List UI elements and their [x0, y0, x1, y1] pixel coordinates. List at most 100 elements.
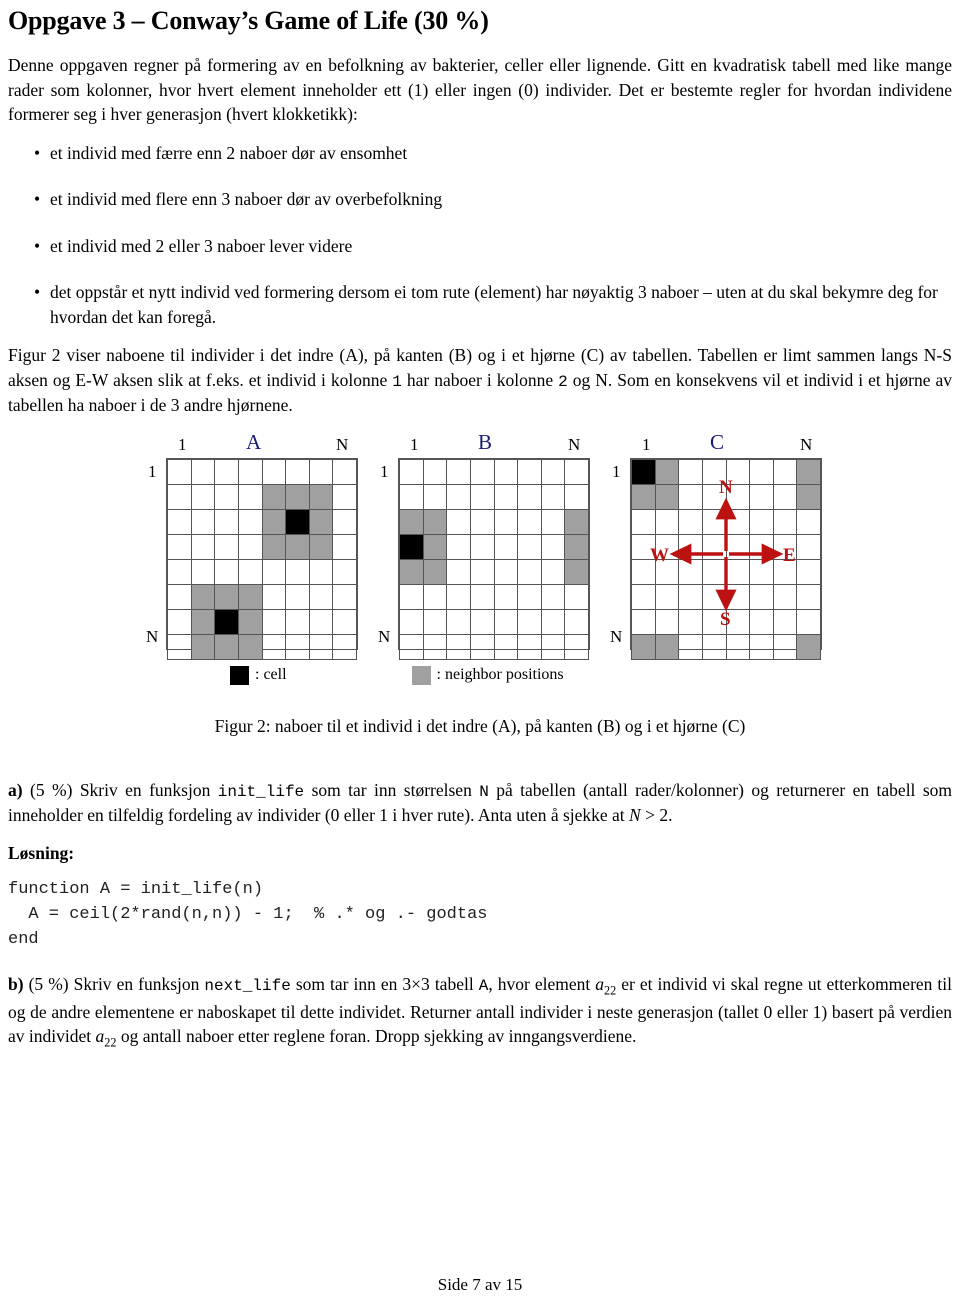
grid-cell-empty [725, 558, 751, 585]
task-b-math-a22-first: a [595, 974, 604, 995]
grid-cell-empty [796, 558, 821, 585]
grid-row [399, 608, 589, 635]
inline-code-column-1: 1 [392, 372, 402, 391]
grid-cell-empty [631, 533, 656, 560]
grid-cell-empty [214, 483, 239, 510]
grid-cell-empty [540, 508, 566, 535]
grid-b-wrapper: B 1 N 1 N [378, 431, 590, 660]
grid-cell-empty [631, 558, 656, 585]
grid-cell-empty [167, 533, 192, 560]
grid-row [631, 583, 821, 610]
grid-cell-empty [167, 583, 192, 610]
task-b-paragraph: b) (5 %) Skriv en funksjon next_life som… [8, 972, 952, 1052]
bullet-icon: • [34, 282, 41, 303]
grid-row [399, 583, 589, 610]
document-page: Oppgave 3 – Conway’s Game of Life (30 %)… [0, 0, 960, 1309]
grid-cell-empty [332, 583, 357, 610]
grid-row [399, 633, 589, 660]
grid-cell-individual [214, 608, 239, 635]
grid-cell-neighbor [399, 558, 424, 585]
grid-cell-empty [631, 508, 656, 535]
grid-cell-empty [469, 633, 495, 660]
grid-row [399, 458, 589, 485]
grid-cell-empty [422, 583, 448, 610]
grid-cell-empty [678, 508, 703, 535]
grid-cell-empty [517, 583, 542, 610]
grid-c-row-first-label: 1 [612, 461, 621, 481]
grid-row [631, 633, 821, 660]
grid-cell-empty [446, 508, 471, 535]
grid-cell-empty [564, 633, 589, 660]
grid-cell-empty [308, 633, 334, 660]
task-b-math-a22-sub-second: 22 [104, 1035, 117, 1050]
grid-cell-empty [796, 508, 821, 535]
grid-a [166, 457, 358, 660]
task-a-math-rest: > 2. [640, 804, 673, 825]
legend-neighbor-swatch [411, 665, 431, 685]
grid-row [167, 533, 357, 560]
grid-cell-empty [469, 483, 495, 510]
grid-cell-neighbor [261, 508, 287, 535]
list-item: • et individ med flere enn 3 naboer dør … [8, 187, 952, 212]
grid-cell-empty [564, 608, 589, 635]
grid-row [631, 508, 821, 535]
grid-b-col-last-label: N [568, 434, 581, 454]
grid-cell-empty [517, 633, 542, 660]
grid-cell-individual [285, 508, 310, 535]
grid-cell-empty [285, 583, 310, 610]
grid-cell-empty [796, 583, 821, 610]
grid-cell-empty [678, 458, 703, 485]
inline-code-column-2: 2 [558, 372, 568, 391]
rule-text: et individ med flere enn 3 naboer dør av… [50, 189, 443, 210]
grid-cell-empty [237, 483, 263, 510]
grid-cell-empty [540, 608, 566, 635]
grid-cell-empty [190, 483, 216, 510]
task-b-code-next-life: next_life [204, 977, 291, 996]
grid-cell-neighbor [214, 583, 239, 610]
grid-cell-empty [167, 508, 192, 535]
grid-cell-empty [654, 583, 680, 610]
grid-cell-empty [493, 608, 519, 635]
solution-code-block: function A = init_life(n) A = ceil(2*ran… [8, 880, 488, 949]
figure-intro-part2: har naboer i kolonne [401, 369, 559, 390]
grid-cell-empty [190, 558, 216, 585]
grid-cell-empty [678, 558, 703, 585]
grid-cell-empty [399, 583, 424, 610]
grid-cell-empty [678, 533, 703, 560]
grid-cell-empty [678, 633, 703, 660]
grid-cell-neighbor [654, 458, 680, 485]
grid-row [167, 458, 357, 485]
grid-cell-empty [654, 533, 680, 560]
grid-c-col-last-label: N [800, 434, 813, 454]
grid-a-row-first-label: 1 [148, 461, 157, 481]
grid-row [167, 608, 357, 635]
grid-cell-empty [725, 458, 751, 485]
grid-cell-empty [332, 533, 357, 560]
grid-cell-empty [469, 608, 495, 635]
grid-cell-empty [517, 508, 542, 535]
grid-cell-neighbor [796, 483, 821, 510]
grid-cell-empty [749, 583, 774, 610]
grid-cell-neighbor [422, 508, 448, 535]
grid-cell-empty [214, 458, 239, 485]
grid-cell-empty [285, 608, 310, 635]
legend-cell-swatch [230, 665, 249, 685]
grid-cell-empty [261, 583, 287, 610]
grid-row [167, 583, 357, 610]
grid-cell-neighbor [796, 633, 821, 660]
grid-cell-empty [469, 583, 495, 610]
grid-cell-empty [564, 583, 589, 610]
grid-cell-empty [399, 458, 424, 485]
task-b-math-a22-sub-first: 22 [603, 983, 617, 998]
grid-cell-empty [517, 533, 542, 560]
grid-cell-empty [493, 558, 519, 585]
grid-cell-empty [261, 633, 287, 660]
grid-cell-empty [308, 458, 334, 485]
grid-cell-empty [237, 458, 263, 485]
grid-cell-empty [493, 508, 519, 535]
grid-c-wrapper: C 1 N 1 N N S W E [610, 431, 822, 660]
grid-cell-neighbor [237, 608, 263, 635]
grid-cell-empty [540, 583, 566, 610]
task-a-label: a) [8, 779, 23, 800]
bullet-icon: • [34, 142, 41, 163]
